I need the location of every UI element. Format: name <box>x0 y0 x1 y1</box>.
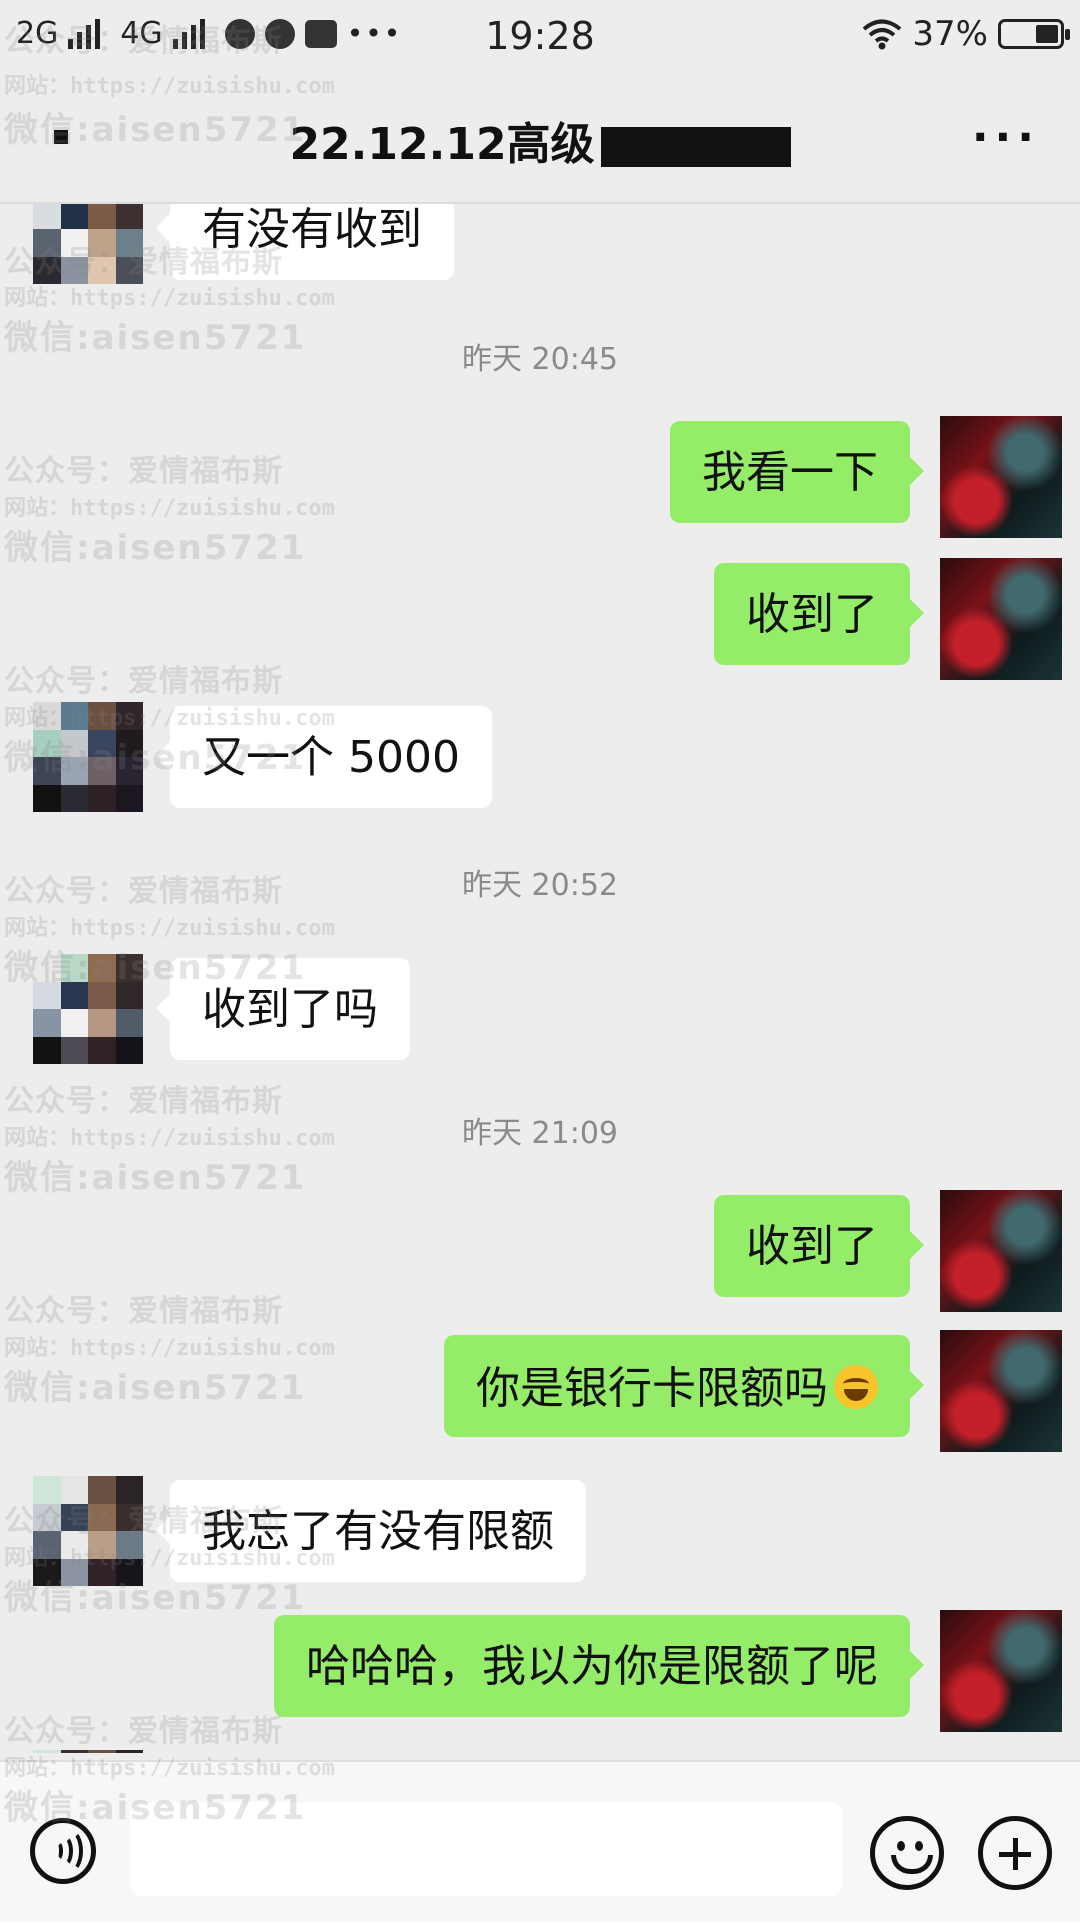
message-row: 哈哈哈，我以为你是限额了呢 <box>0 1610 1080 1734</box>
contact-avatar[interactable] <box>33 954 143 1064</box>
chat-area[interactable]: 有没有收到 昨天 20:45 我看一下 收到了 又一个 5000 昨天 20:5… <box>0 204 1080 1760</box>
emoji-button[interactable] <box>870 1816 944 1890</box>
message-text: 又一个 5000 <box>202 732 460 783</box>
redacted-title-block <box>600 127 791 167</box>
chat-title-text: 22.12.12高级 <box>289 119 595 170</box>
more-button[interactable]: ··· <box>972 112 1040 163</box>
voice-button[interactable] <box>30 1818 96 1884</box>
message-row: 我看一下 <box>0 416 1080 540</box>
message-bubble[interactable]: 收到了吗 <box>156 958 410 1060</box>
message-row: 你是银行卡限额吗 <box>0 1330 1080 1454</box>
chat-title: 22.12.12高级 <box>0 108 1080 172</box>
more-icon: ··· <box>971 112 1040 163</box>
input-bar <box>0 1760 1080 1922</box>
my-avatar[interactable] <box>940 1610 1062 1732</box>
my-avatar[interactable] <box>940 416 1062 538</box>
message-timestamp: 昨天 20:45 <box>462 342 618 377</box>
message-text: 收到了 <box>746 589 878 640</box>
message-bubble[interactable]: 收到了 <box>714 1195 924 1297</box>
contact-avatar[interactable] <box>33 702 143 812</box>
battery-percent: 37% <box>912 14 988 54</box>
laughing-tears-emoji-icon <box>834 1365 878 1409</box>
message-text: 我看一下 <box>702 447 878 498</box>
message-row: 收到了吗 <box>0 954 1080 1064</box>
status-bar: 2G 4G ••• 19:28 37% <box>0 0 1080 78</box>
message-bubble[interactable]: 收到了 <box>714 563 924 665</box>
wifi-icon <box>863 19 902 50</box>
message-bubble[interactable]: 我看一下 <box>670 421 924 523</box>
message-row: 收到了 <box>0 558 1080 682</box>
message-bubble[interactable]: 又一个 5000 <box>156 706 492 808</box>
message-row: 我忘了有没有限额 <box>0 1476 1080 1586</box>
my-avatar[interactable] <box>940 558 1062 680</box>
chat-header: 22.12.12高级 ··· <box>0 78 1080 204</box>
message-text: 收到了吗 <box>202 984 378 1035</box>
message-bubble[interactable]: 哈哈哈，我以为你是限额了呢 <box>274 1615 924 1717</box>
contact-avatar[interactable] <box>33 204 143 284</box>
message-timestamp: 昨天 20:52 <box>462 868 618 903</box>
message-text: 你是银行卡限额吗 <box>476 1363 828 1414</box>
message-text: 收到了 <box>746 1221 878 1272</box>
battery-icon <box>998 19 1070 49</box>
contact-avatar[interactable] <box>33 1750 143 1760</box>
message-bubble[interactable]: 你是银行卡限额吗 <box>444 1335 924 1437</box>
my-avatar[interactable] <box>940 1330 1062 1452</box>
message-text: 哈哈哈，我以为你是限额了呢 <box>306 1641 878 1692</box>
message-bubble[interactable]: 有没有收到 <box>156 204 454 280</box>
status-right: 37% <box>862 14 1070 54</box>
message-row: 收到了 <box>0 1190 1080 1314</box>
message-input[interactable] <box>130 1802 842 1896</box>
message-row: 有没有收到 <box>0 204 1080 284</box>
message-timestamp: 昨天 21:09 <box>462 1116 618 1151</box>
message-row: 又一个 5000 <box>0 702 1080 812</box>
contact-avatar[interactable] <box>33 1476 143 1586</box>
plus-button[interactable] <box>978 1816 1052 1890</box>
message-text: 有没有收到 <box>202 204 422 255</box>
my-avatar[interactable] <box>940 1190 1062 1312</box>
message-text: 我忘了有没有限额 <box>202 1506 554 1557</box>
message-bubble[interactable]: 我忘了有没有限额 <box>156 1480 586 1582</box>
